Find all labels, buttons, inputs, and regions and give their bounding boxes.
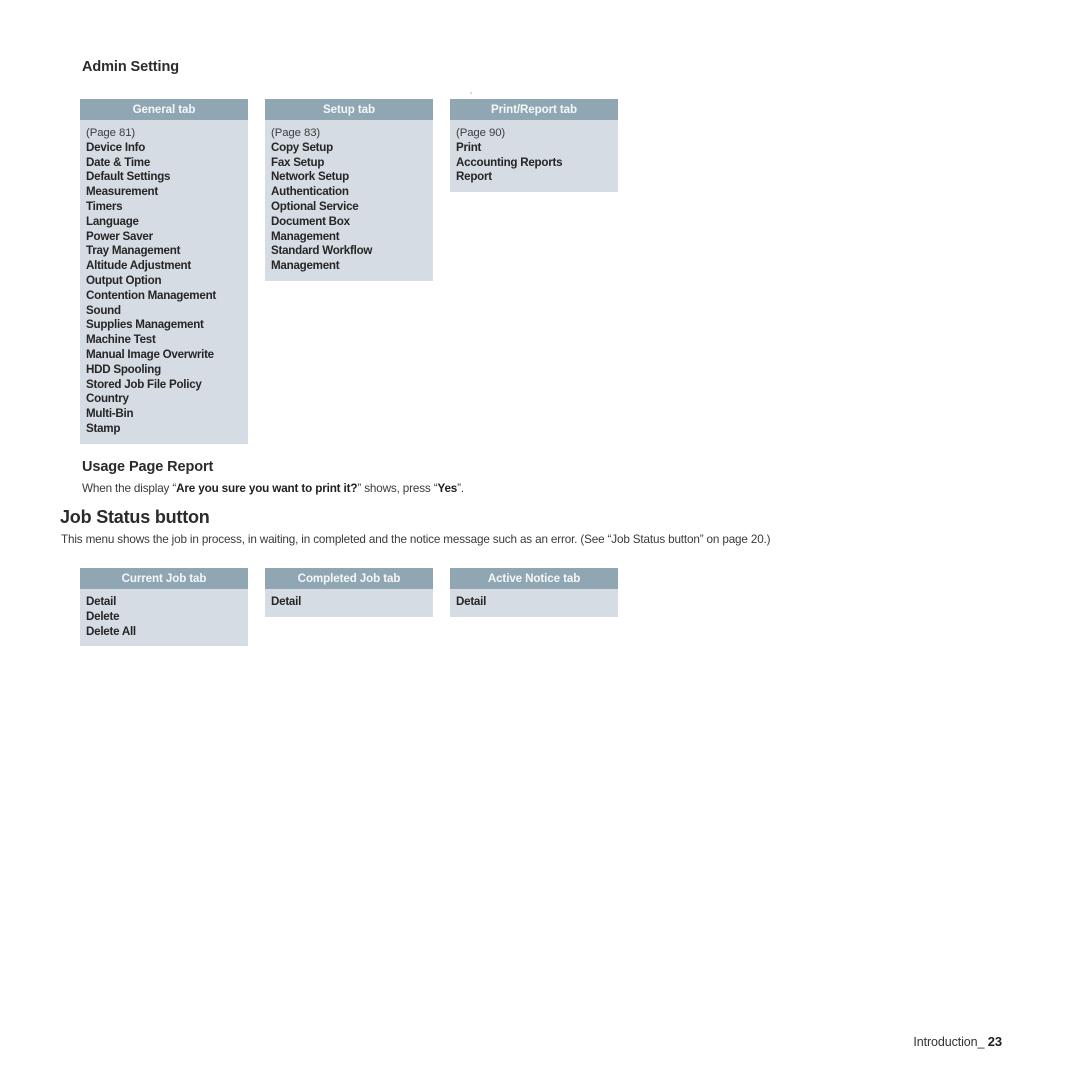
usage-text-part3: ”. <box>457 482 464 495</box>
list-item: Sound <box>86 303 121 317</box>
list-item: HDD Spooling <box>86 362 161 376</box>
list-item: Standard Workflow <box>271 244 373 258</box>
list-item: Output Option <box>86 273 162 287</box>
admin-table-column-print-report: Print/Report tab (Page 90) Print Account… <box>450 99 618 193</box>
list-item: Default Settings <box>86 170 171 184</box>
job-status-column-header-active-notice: Active Notice tab <box>450 568 618 589</box>
footer-page-number: 23 <box>987 1034 1002 1049</box>
job-status-description: This menu shows the job in process, in w… <box>61 533 771 546</box>
list-item: Multi-Bin <box>86 407 134 421</box>
job-status-column-header-completed: Completed Job tab <box>265 568 433 589</box>
list-item: Power Saver <box>86 229 153 243</box>
list-item: Copy Setup <box>271 140 333 154</box>
job-status-table-column-completed: Completed Job tab Detail <box>265 568 433 617</box>
usage-page-report-text: When the display “Are you sure you want … <box>82 481 464 497</box>
list-item: Timers <box>86 199 123 213</box>
list-item: Measurement <box>86 185 158 199</box>
usage-text-bold1: Are you sure you want to print it? <box>176 482 358 495</box>
job-status-column-body-current: Detail Delete Delete All <box>80 589 248 647</box>
list-item: Stamp <box>86 421 121 435</box>
admin-column-body-general: (Page 81) Device Info Date & Time Defaul… <box>80 120 248 444</box>
usage-text-part1: When the display “ <box>82 482 177 495</box>
list-item: Management <box>271 229 340 243</box>
list-item: Delete All <box>86 624 136 638</box>
list-item: Language <box>86 214 139 228</box>
job-status-column-body-active-notice: Detail <box>450 589 618 617</box>
page-footer: Introduction_ 23 <box>913 1034 1002 1049</box>
admin-column-body-print-report: (Page 90) Print Accounting Reports Repor… <box>450 120 618 193</box>
admin-column-body-setup: (Page 83) Copy Setup Fax Setup Network S… <box>265 120 433 281</box>
page-reference: (Page 83) <box>271 127 321 139</box>
list-item: Detail <box>271 595 302 608</box>
list-item: Country <box>86 392 129 406</box>
footer-section-label: Introduction_ <box>913 1035 985 1049</box>
job-status-table-column-active-notice: Active Notice tab Detail <box>450 568 618 617</box>
usage-text-bold2: Yes <box>437 482 458 495</box>
list-item: Accounting Reports <box>456 155 563 169</box>
list-item: Print <box>456 140 482 154</box>
list-item: Altitude Adjustment <box>86 259 191 273</box>
list-item: Detail <box>456 595 487 608</box>
list-item: Device Info <box>86 140 146 154</box>
admin-table-column-general: General tab (Page 81) Device Info Date &… <box>80 99 248 444</box>
job-status-heading: Job Status button <box>60 507 210 527</box>
list-item: Tray Management <box>86 244 181 258</box>
admin-column-header-setup: Setup tab <box>265 99 433 120</box>
list-item: Detail <box>86 595 117 608</box>
list-item: Fax Setup <box>271 155 325 169</box>
list-item: Network Setup <box>271 170 349 184</box>
list-item: Authentication <box>271 185 349 199</box>
page-reference: (Page 90) <box>456 127 506 139</box>
list-item: Optional Service <box>271 199 359 213</box>
list-item: Machine Test <box>86 333 156 347</box>
admin-setting-heading: Admin Setting <box>82 59 179 75</box>
document-page: Admin Setting General tab (Page 81) Devi… <box>0 0 1080 1080</box>
usage-page-report-heading: Usage Page Report <box>82 459 214 475</box>
admin-column-header-general: General tab <box>80 99 248 120</box>
list-item: Stored Job File Policy <box>86 377 202 391</box>
job-status-table-column-current: Current Job tab Detail Delete Delete All <box>80 568 248 647</box>
list-item: Date & Time <box>86 155 151 169</box>
admin-table-column-setup: Setup tab (Page 83) Copy Setup Fax Setup… <box>265 99 433 281</box>
list-item: Supplies Management <box>86 318 204 332</box>
admin-column-header-print-report: Print/Report tab <box>450 99 618 120</box>
list-item: Report <box>456 170 492 184</box>
page-reference: (Page 81) <box>86 127 136 139</box>
job-status-column-body-completed: Detail <box>265 589 433 617</box>
list-item: Management <box>271 259 340 273</box>
list-item: Delete <box>86 609 120 623</box>
list-item: Manual Image Overwrite <box>86 347 214 361</box>
list-item: Contention Management <box>86 288 217 302</box>
list-item: Document Box <box>271 214 350 228</box>
job-status-column-header-current: Current Job tab <box>80 568 248 589</box>
usage-text-part2: ” shows, press “ <box>357 482 438 495</box>
scan-speck <box>470 92 472 94</box>
